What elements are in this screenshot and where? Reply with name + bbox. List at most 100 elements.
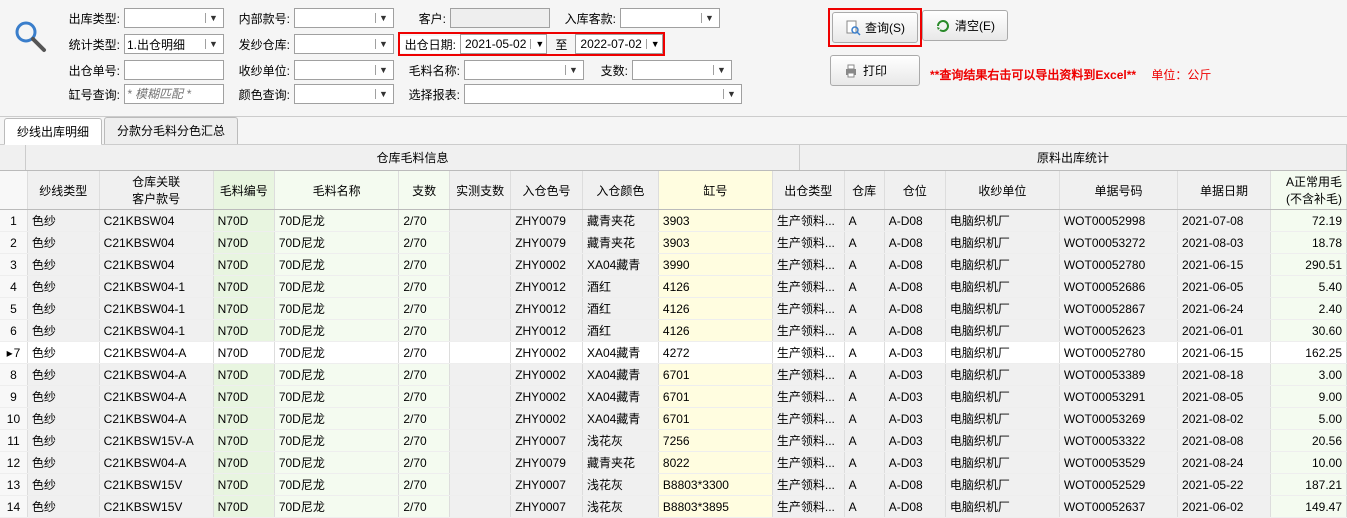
- vat-query-field[interactable]: [124, 84, 224, 104]
- cell: WOT00052529: [1059, 474, 1177, 496]
- in-style-combo[interactable]: ▼: [620, 8, 720, 28]
- col-header[interactable]: 毛料编号: [213, 171, 274, 210]
- cell: [449, 452, 510, 474]
- col-header[interactable]: 单据日期: [1178, 171, 1271, 210]
- cell: 电脑织机厂: [945, 342, 1059, 364]
- inner-no-combo[interactable]: ▼: [294, 8, 394, 28]
- col-header[interactable]: 收纱单位: [945, 171, 1059, 210]
- table-row[interactable]: 9色纱C21KBSW04-AN70D70D尼龙2/70ZHY0002XA04藏青…: [0, 386, 1347, 408]
- col-header[interactable]: 实测支数: [449, 171, 510, 210]
- col-header[interactable]: 出仓类型: [772, 171, 844, 210]
- col-header[interactable]: 支数: [399, 171, 450, 210]
- recv-unit-combo[interactable]: ▼: [294, 60, 394, 80]
- table-row[interactable]: 1色纱C21KBSW04N70D70D尼龙2/70ZHY0079藏青夹花3903…: [0, 210, 1347, 232]
- col-header[interactable]: A正常用毛(不含补毛): [1270, 171, 1346, 210]
- col-header[interactable]: 纱线类型: [27, 171, 99, 210]
- cell: 色纱: [27, 254, 99, 276]
- cell: 酒红: [582, 298, 658, 320]
- chevron-down-icon[interactable]: ▼: [723, 89, 739, 99]
- recv-unit-label: 收纱单位:: [228, 62, 290, 79]
- cell: WOT00053269: [1059, 408, 1177, 430]
- yarn-wh-combo[interactable]: ▼: [294, 34, 394, 54]
- data-grid[interactable]: 仓库毛料信息 原料出库统计 纱线类型仓库关联客户款号毛料编号毛料名称支数实测支数…: [0, 145, 1347, 518]
- chevron-down-icon[interactable]: ▼: [205, 39, 221, 49]
- customer-field[interactable]: [450, 8, 550, 28]
- table-row[interactable]: 12色纱C21KBSW04-AN70D70D尼龙2/70ZHY0079藏青夹花8…: [0, 452, 1347, 474]
- date-to-picker[interactable]: 2022-07-02▼: [575, 34, 662, 54]
- table-row[interactable]: 8色纱C21KBSW04-AN70D70D尼龙2/70ZHY0002XA04藏青…: [0, 364, 1347, 386]
- stat-type-combo[interactable]: 1.出仓明细▼: [124, 34, 224, 54]
- cell: 生产领料...: [772, 474, 844, 496]
- tab-detail[interactable]: 纱线出库明细: [4, 118, 102, 145]
- table-row[interactable]: 11色纱C21KBSW15V-AN70D70D尼龙2/70ZHY0007浅花灰7…: [0, 430, 1347, 452]
- cell: WOT00053529: [1059, 452, 1177, 474]
- cell: 电脑织机厂: [945, 320, 1059, 342]
- col-header[interactable]: 仓位: [884, 171, 945, 210]
- chevron-down-icon[interactable]: ▼: [375, 39, 391, 49]
- tab-summary[interactable]: 分款分毛料分色汇总: [104, 117, 238, 144]
- cell: A: [844, 408, 884, 430]
- cell: C21KBSW04-A: [99, 364, 213, 386]
- cell: A-D08: [884, 496, 945, 518]
- clear-button[interactable]: 清空(E): [922, 10, 1008, 41]
- cell: N70D: [213, 342, 274, 364]
- cell: 5.00: [1270, 408, 1346, 430]
- chevron-down-icon[interactable]: ▼: [375, 13, 391, 23]
- cell: 13: [0, 474, 27, 496]
- col-header[interactable]: 入仓颜色: [582, 171, 658, 210]
- table-row[interactable]: 2色纱C21KBSW04N70D70D尼龙2/70ZHY0079藏青夹花3903…: [0, 232, 1347, 254]
- cell: A: [844, 210, 884, 232]
- col-header[interactable]: 缸号: [658, 171, 772, 210]
- cell: A-D08: [884, 254, 945, 276]
- out-type-combo[interactable]: ▼: [124, 8, 224, 28]
- cell: A: [844, 298, 884, 320]
- mat-name-combo[interactable]: ▼: [464, 60, 584, 80]
- cell: C21KBSW04-A: [99, 408, 213, 430]
- export-note: **查询结果右击可以导出资料到Excel**: [930, 68, 1136, 82]
- cell: 藏青夹花: [582, 210, 658, 232]
- cell: A-D03: [884, 342, 945, 364]
- table-row[interactable]: 4色纱C21KBSW04-1N70D70D尼龙2/70ZHY0012酒红4126…: [0, 276, 1347, 298]
- table-row[interactable]: 7色纱C21KBSW04-AN70D70D尼龙2/70ZHY0002XA04藏青…: [0, 342, 1347, 364]
- chevron-down-icon[interactable]: ▼: [713, 65, 729, 75]
- date-from-picker[interactable]: 2021-05-02▼: [460, 34, 547, 54]
- vat-query-label: 缸号查询:: [60, 86, 120, 103]
- col-header[interactable]: 单据号码: [1059, 171, 1177, 210]
- cell: C21KBSW15V: [99, 496, 213, 518]
- table-row[interactable]: 3色纱C21KBSW04N70D70D尼龙2/70ZHY0002XA04藏青39…: [0, 254, 1347, 276]
- table-row[interactable]: 6色纱C21KBSW04-1N70D70D尼龙2/70ZHY0012酒红4126…: [0, 320, 1347, 342]
- chevron-down-icon[interactable]: ▼: [205, 13, 221, 23]
- col-header[interactable]: 入仓色号: [511, 171, 583, 210]
- cell: 2/70: [399, 386, 450, 408]
- chevron-down-icon[interactable]: ▼: [701, 13, 717, 23]
- in-style-label: 入库客款:: [554, 10, 616, 27]
- chevron-down-icon[interactable]: ▼: [646, 39, 662, 49]
- table-row[interactable]: 10色纱C21KBSW04-AN70D70D尼龙2/70ZHY0002XA04藏…: [0, 408, 1347, 430]
- query-button[interactable]: 查询(S): [832, 12, 918, 43]
- table-row[interactable]: 14色纱C21KBSW15VN70D70D尼龙2/70ZHY0007浅花灰B88…: [0, 496, 1347, 518]
- cell: 2/70: [399, 298, 450, 320]
- cell: 2021-08-08: [1178, 430, 1271, 452]
- col-header[interactable]: 仓库: [844, 171, 884, 210]
- out-no-field[interactable]: [124, 60, 224, 80]
- chevron-down-icon[interactable]: ▼: [375, 65, 391, 75]
- col-header[interactable]: 毛料名称: [274, 171, 399, 210]
- cell: 酒红: [582, 320, 658, 342]
- count-combo[interactable]: ▼: [632, 60, 732, 80]
- print-button[interactable]: 打印: [830, 55, 920, 86]
- report-combo[interactable]: ▼: [464, 84, 742, 104]
- cell: 电脑织机厂: [945, 210, 1059, 232]
- table-row[interactable]: 5色纱C21KBSW04-1N70D70D尼龙2/70ZHY0012酒红4126…: [0, 298, 1347, 320]
- chevron-down-icon[interactable]: ▼: [530, 39, 546, 49]
- col-header[interactable]: 仓库关联客户款号: [99, 171, 213, 210]
- table-row[interactable]: 13色纱C21KBSW15VN70D70D尼龙2/70ZHY0007浅花灰B88…: [0, 474, 1347, 496]
- cell: 电脑织机厂: [945, 364, 1059, 386]
- cell: ZHY0002: [511, 408, 583, 430]
- chevron-down-icon[interactable]: ▼: [375, 89, 391, 99]
- chevron-down-icon[interactable]: ▼: [565, 65, 581, 75]
- color-query-combo[interactable]: ▼: [294, 84, 394, 104]
- cell: A: [844, 364, 884, 386]
- cell: 162.25: [1270, 342, 1346, 364]
- cell: 色纱: [27, 408, 99, 430]
- col-header[interactable]: [0, 171, 27, 210]
